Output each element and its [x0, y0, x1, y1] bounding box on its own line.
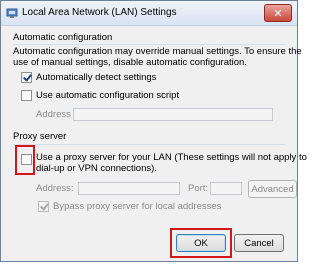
close-button[interactable]: ✕	[264, 4, 292, 22]
network-icon	[6, 8, 18, 18]
group-divider	[13, 144, 285, 145]
window-title: Local Area Network (LAN) Settings	[22, 7, 177, 18]
use-proxy-label-line2[interactable]: dial-up or VPN connections).	[36, 163, 157, 174]
automatic-configuration-heading: Automatic configuration	[13, 32, 113, 43]
highlight-box-ok-button	[170, 228, 232, 258]
script-address-label: Address	[36, 109, 71, 120]
auto-config-description-line1: Automatic configuration may override man…	[13, 46, 302, 57]
use-script-label[interactable]: Use automatic configuration script	[36, 90, 179, 101]
proxy-address-input[interactable]	[78, 182, 180, 195]
close-icon: ✕	[273, 7, 283, 20]
auto-config-description-line2: use of manual settings, disable automati…	[13, 57, 247, 68]
cancel-button[interactable]: Cancel	[234, 234, 284, 252]
proxy-port-label: Port:	[188, 183, 209, 194]
title-bar[interactable]: Local Area Network (LAN) Settings ✕	[1, 1, 297, 26]
proxy-port-input[interactable]	[210, 182, 242, 195]
bypass-local-checkbox[interactable]	[38, 201, 49, 212]
highlight-box-proxy-checkbox	[15, 145, 35, 175]
advanced-button[interactable]: Advanced	[248, 180, 297, 198]
group-divider	[13, 44, 285, 45]
script-address-input[interactable]	[73, 108, 273, 121]
bypass-local-label[interactable]: Bypass proxy server for local addresses	[53, 201, 221, 212]
use-script-checkbox[interactable]	[21, 90, 32, 101]
auto-detect-checkbox[interactable]	[21, 72, 32, 83]
dialog-content: Automatic configuration Automatic config…	[9, 32, 307, 258]
proxy-server-heading: Proxy server	[13, 131, 67, 142]
use-proxy-label-line1[interactable]: Use a proxy server for your LAN (These s…	[36, 152, 307, 163]
proxy-address-label: Address:	[36, 183, 74, 194]
auto-detect-label[interactable]: Automatically detect settings	[36, 72, 156, 83]
lan-settings-dialog: Local Area Network (LAN) Settings ✕ Auto…	[0, 0, 307, 262]
